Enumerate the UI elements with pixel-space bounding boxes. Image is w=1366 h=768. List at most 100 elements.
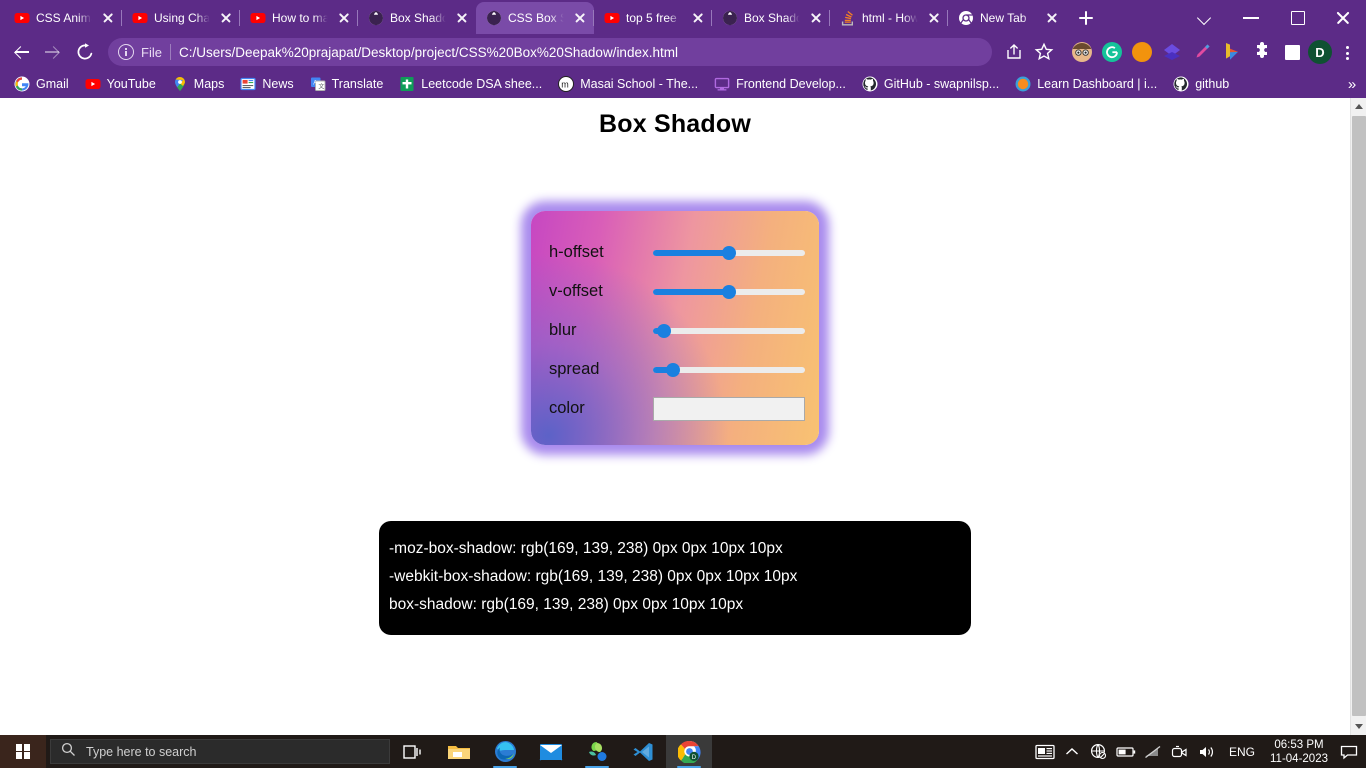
close-icon[interactable] [808, 10, 824, 26]
bookmark-github-swapnilsp[interactable]: GitHub - swapnilsp... [854, 72, 1007, 96]
tab-title: top 5 free [626, 11, 677, 25]
bookmark-github[interactable]: github [1165, 72, 1237, 96]
h-offset-slider[interactable] [653, 245, 805, 260]
scrollbar-thumb[interactable] [1352, 116, 1366, 716]
bookmark-learn-dashboard[interactable]: Learn Dashboard | i... [1007, 72, 1165, 96]
control-row-blur: blur [549, 311, 805, 350]
close-icon[interactable] [926, 10, 942, 26]
notification-icon[interactable] [1334, 735, 1364, 768]
bing-icon[interactable] [1218, 38, 1246, 66]
maximize-icon[interactable] [1274, 0, 1320, 34]
new-tab-button[interactable] [1072, 4, 1100, 32]
youtube-icon [132, 10, 148, 26]
vs-code-icon[interactable] [620, 735, 666, 768]
chevron-down-icon[interactable] [1182, 0, 1228, 34]
no-connection-icon[interactable] [1139, 735, 1166, 768]
tab-5[interactable]: top 5 free [593, 2, 712, 34]
puzzle-piece-icon[interactable] [1248, 38, 1276, 66]
close-icon[interactable] [218, 10, 234, 26]
bookmark-frontend-development[interactable]: Frontend Develop... [706, 72, 854, 96]
google-chrome-icon[interactable]: D [666, 735, 712, 768]
language-indicator[interactable]: ENG [1220, 745, 1264, 759]
tab-7[interactable]: html - How [829, 2, 948, 34]
slider-fill [653, 289, 729, 295]
three-dot-menu-icon[interactable] [1334, 38, 1360, 66]
youtube-icon [14, 10, 30, 26]
profile-avatar[interactable]: D [1308, 40, 1332, 64]
slider-thumb[interactable] [665, 362, 680, 377]
bookmark-label: Frontend Develop... [736, 77, 846, 91]
taskbar-search[interactable]: Type here to search [50, 739, 390, 764]
tab-4-active[interactable]: CSS Box Sh [476, 2, 594, 34]
bookmarks-overflow-button[interactable]: » [1342, 70, 1362, 98]
svg-text:D: D [691, 755, 696, 761]
diamond-icon[interactable] [1158, 38, 1186, 66]
tab-8[interactable]: New Tab [947, 2, 1066, 34]
chevron-up-icon[interactable] [1058, 735, 1085, 768]
output-line-standard: box-shadow: rgb(169, 139, 238) 0px 0px 1… [389, 596, 744, 613]
bookmark-masai-school[interactable]: m Masai School - The... [550, 72, 706, 96]
scroll-up-arrow-icon[interactable] [1351, 98, 1366, 115]
camera-icon[interactable] [1166, 735, 1193, 768]
control-row-h-offset: h-offset [549, 233, 805, 272]
flower-app-icon[interactable] [574, 735, 620, 768]
avatar-face-icon[interactable] [1068, 38, 1096, 66]
grammarly-icon[interactable] [1098, 38, 1126, 66]
v-offset-slider[interactable] [653, 284, 805, 299]
color-picker-input[interactable] [653, 396, 805, 421]
mail-icon[interactable] [528, 735, 574, 768]
scroll-down-arrow-icon[interactable] [1351, 718, 1366, 735]
bookmark-news[interactable]: News [232, 72, 301, 96]
close-icon[interactable] [572, 10, 588, 26]
close-icon[interactable] [454, 10, 470, 26]
highlighter-pen-icon[interactable] [1188, 38, 1216, 66]
forward-arrow-icon[interactable] [38, 37, 68, 67]
star-icon[interactable] [1030, 38, 1058, 66]
close-icon[interactable] [690, 10, 706, 26]
reload-icon[interactable] [70, 37, 100, 67]
globe-no-internet-icon[interactable] [1085, 735, 1112, 768]
speaker-icon[interactable] [1193, 735, 1220, 768]
info-circle-icon[interactable] [118, 44, 134, 60]
tab-2[interactable]: How to ma [239, 2, 358, 34]
page-title: Box Shadow [598, 110, 751, 138]
task-view-icon[interactable] [390, 735, 436, 768]
white-square-icon[interactable] [1278, 38, 1306, 66]
spread-slider[interactable] [653, 362, 805, 377]
bookmark-label: Masai School - The... [580, 77, 699, 91]
slider-thumb[interactable] [722, 284, 736, 299]
bookmark-leetcode-dsa-sheet[interactable]: Leetcode DSA shee... [391, 72, 550, 96]
slider-thumb[interactable] [722, 245, 736, 260]
tab-0[interactable]: CSS Anima [4, 2, 122, 34]
tab-title: CSS Box Sh [508, 11, 566, 25]
share-icon[interactable] [1000, 38, 1028, 66]
battery-icon[interactable] [1112, 735, 1139, 768]
close-icon[interactable] [1320, 0, 1366, 34]
blur-slider[interactable] [653, 323, 805, 338]
youtube-icon [604, 10, 620, 26]
bookmark-youtube[interactable]: YouTube [77, 72, 164, 96]
clock[interactable]: 06:53 PM 11-04-2023 [1264, 738, 1334, 766]
tab-3[interactable]: Box Shado [357, 2, 476, 34]
output-line-moz: -moz-box-shadow: rgb(169, 139, 238) 0px … [389, 540, 783, 557]
tab-6[interactable]: Box Shado [711, 2, 830, 34]
close-icon[interactable] [1044, 10, 1060, 26]
honey-icon[interactable] [1128, 38, 1156, 66]
start-button[interactable] [0, 735, 46, 768]
close-icon[interactable] [100, 10, 116, 26]
bookmark-gmail[interactable]: Gmail [6, 72, 77, 96]
bookmark-maps[interactable]: Maps [164, 72, 233, 96]
minimize-icon[interactable] [1228, 0, 1274, 34]
url-scheme-label: File [141, 44, 162, 60]
bookmark-translate[interactable]: A文 Translate [302, 72, 392, 96]
bookmark-label: YouTube [106, 77, 156, 91]
address-bar[interactable]: File C:/Users/Deepak%20prajapat/Desktop/… [108, 38, 992, 66]
back-arrow-icon[interactable] [6, 37, 36, 67]
file-explorer-icon[interactable] [436, 735, 482, 768]
slider-thumb[interactable] [656, 323, 671, 338]
close-icon[interactable] [336, 10, 352, 26]
microsoft-edge-icon[interactable] [482, 735, 528, 768]
news-weather-icon[interactable] [1031, 735, 1058, 768]
tab-1[interactable]: Using Chat [121, 2, 240, 34]
page-scrollbar[interactable] [1350, 98, 1366, 735]
